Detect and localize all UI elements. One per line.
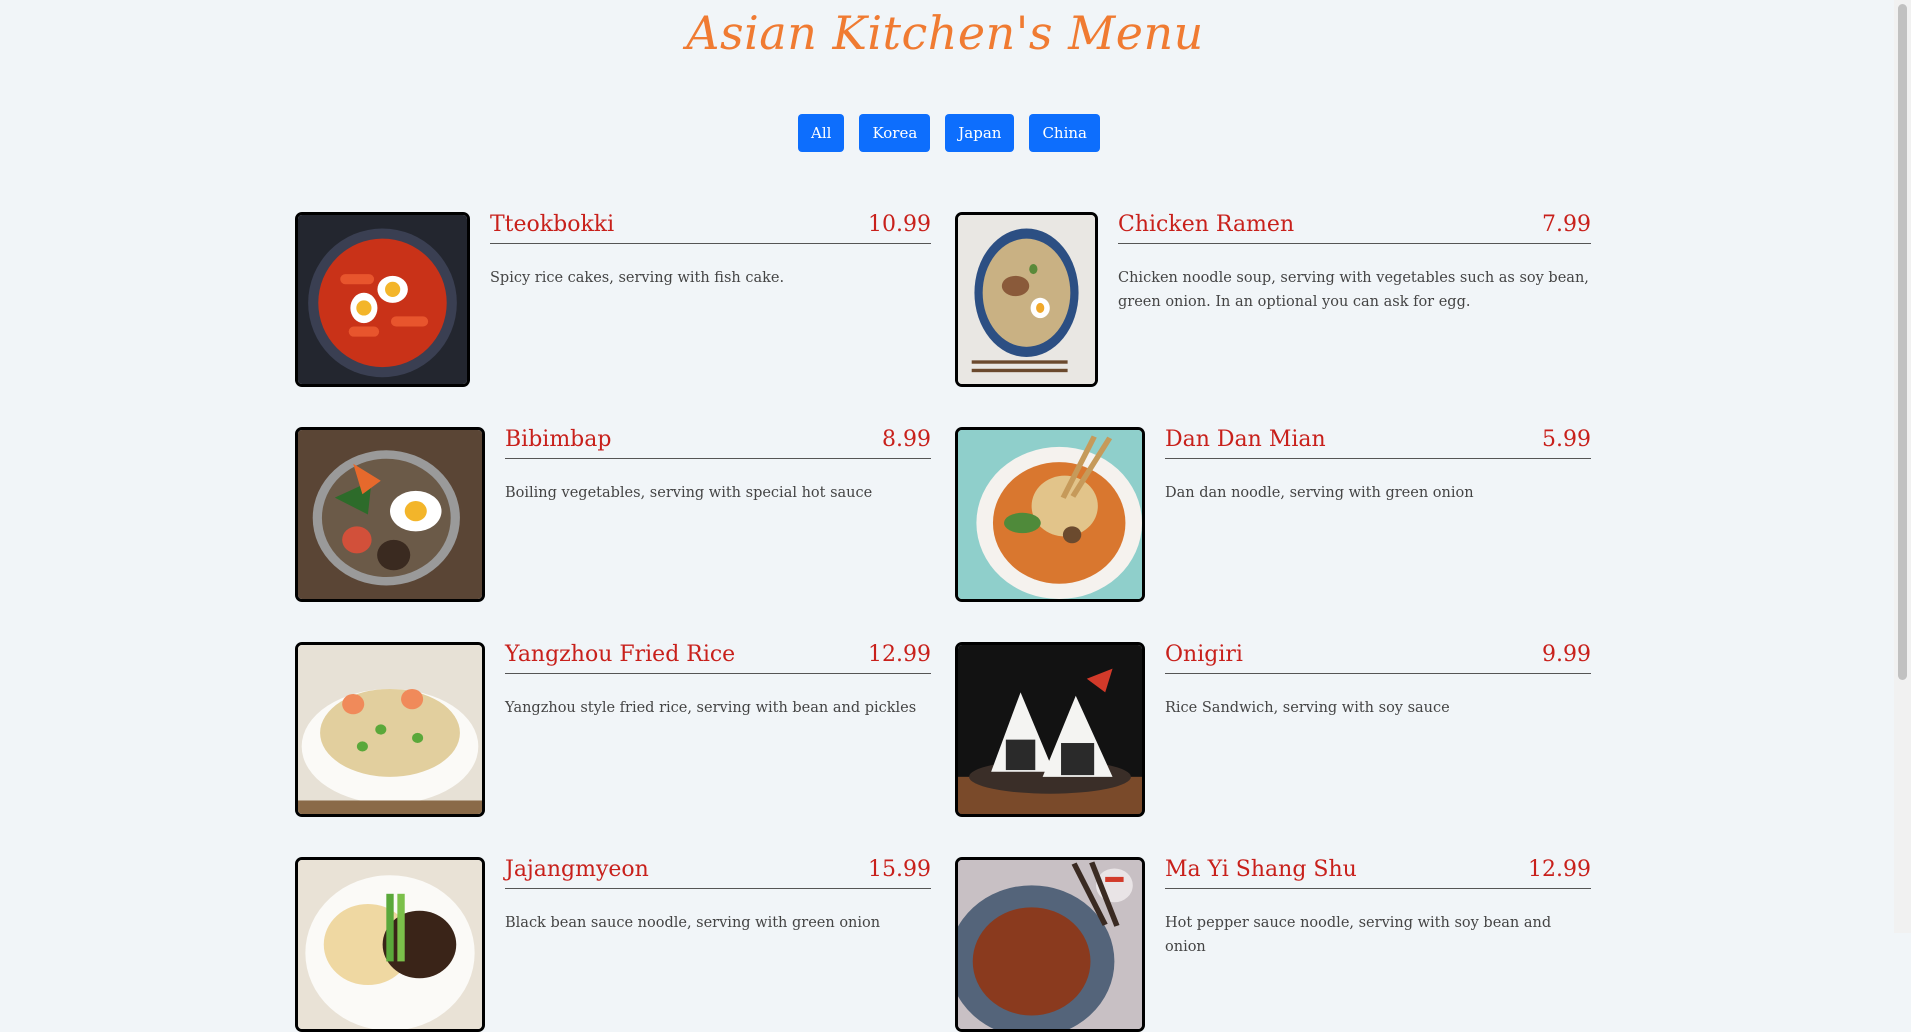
- item-price: 8.99: [882, 427, 931, 452]
- ma-yi-shang-shu-photo: [955, 857, 1145, 1032]
- onigiri-photo: [955, 642, 1145, 817]
- item-description: Boiling vegetables, serving with special…: [505, 485, 873, 501]
- item-info: Onigiri 9.99 Rice Sandwich, serving with…: [1165, 642, 1591, 720]
- item-info: Dan Dan Mian 5.99 Dan dan noodle, servin…: [1165, 427, 1591, 505]
- item-name: Dan Dan Mian: [1165, 427, 1326, 452]
- item-name: Tteokbokki: [490, 212, 615, 237]
- item-name: Onigiri: [1165, 642, 1243, 667]
- item-price: 9.99: [1542, 642, 1591, 667]
- bibimbap-photo: [295, 427, 485, 602]
- menu-item: Bibimbap 8.99 Boiling vegetables, servin…: [295, 427, 931, 602]
- item-description: Black bean sauce noodle, serving with gr…: [505, 915, 881, 931]
- item-info: Tteokbokki 10.99 Spicy rice cakes, servi…: [490, 212, 931, 290]
- page-scrollbar[interactable]: [1894, 0, 1911, 933]
- item-description: Chicken noodle soup, serving with vegeta…: [1118, 270, 1589, 310]
- yangzhou-fried-rice-photo: [295, 642, 485, 817]
- dan-dan-mian-photo: [955, 427, 1145, 602]
- item-info: Chicken Ramen 7.99 Chicken noodle soup, …: [1118, 212, 1591, 314]
- item-price: 10.99: [868, 212, 931, 237]
- item-description: Hot pepper sauce noodle, serving with so…: [1165, 915, 1552, 955]
- item-name: Jajangmyeon: [505, 857, 649, 882]
- item-price: 7.99: [1542, 212, 1591, 237]
- menu-item: Ma Yi Shang Shu 12.99 Hot pepper sauce n…: [955, 857, 1591, 1032]
- item-name: Chicken Ramen: [1118, 212, 1295, 237]
- item-info: Bibimbap 8.99 Boiling vegetables, servin…: [505, 427, 931, 505]
- filter-all-button[interactable]: All: [798, 114, 845, 152]
- menu-grid: Tteokbokki 10.99 Spicy rice cakes, servi…: [295, 212, 1591, 1032]
- menu-item: Tteokbokki 10.99 Spicy rice cakes, servi…: [295, 212, 931, 387]
- tteokbokki-photo: [295, 212, 470, 387]
- category-filters: All Korea Japan China: [0, 114, 1898, 152]
- menu-item: Chicken Ramen 7.99 Chicken noodle soup, …: [955, 212, 1591, 387]
- filter-china-button[interactable]: China: [1029, 114, 1100, 152]
- filter-korea-button[interactable]: Korea: [859, 114, 931, 152]
- item-info: Jajangmyeon 15.99 Black bean sauce noodl…: [505, 857, 931, 935]
- item-price: 5.99: [1542, 427, 1591, 452]
- item-description: Dan dan noodle, serving with green onion: [1165, 485, 1474, 501]
- scrollbar-thumb[interactable]: [1898, 4, 1907, 680]
- item-price: 12.99: [868, 642, 931, 667]
- page-title: Asian Kitchen's Menu: [686, 6, 1204, 60]
- menu-item: Yangzhou Fried Rice 12.99 Yangzhou style…: [295, 642, 931, 817]
- menu-item: Onigiri 9.99 Rice Sandwich, serving with…: [955, 642, 1591, 817]
- item-name: Ma Yi Shang Shu: [1165, 857, 1357, 882]
- jajangmyeon-photo: [295, 857, 485, 1032]
- item-name: Bibimbap: [505, 427, 612, 452]
- item-description: Yangzhou style fried rice, serving with …: [505, 700, 917, 716]
- item-price: 12.99: [1528, 857, 1591, 882]
- item-description: Spicy rice cakes, serving with fish cake…: [490, 270, 785, 286]
- filter-japan-button[interactable]: Japan: [945, 114, 1015, 152]
- menu-item: Dan Dan Mian 5.99 Dan dan noodle, servin…: [955, 427, 1591, 602]
- item-name: Yangzhou Fried Rice: [505, 642, 736, 667]
- menu-item: Jajangmyeon 15.99 Black bean sauce noodl…: [295, 857, 931, 1032]
- item-info: Yangzhou Fried Rice 12.99 Yangzhou style…: [505, 642, 931, 720]
- item-description: Rice Sandwich, serving with soy sauce: [1165, 700, 1450, 716]
- chicken-ramen-photo: [955, 212, 1098, 387]
- item-price: 15.99: [868, 857, 931, 882]
- item-info: Ma Yi Shang Shu 12.99 Hot pepper sauce n…: [1165, 857, 1591, 959]
